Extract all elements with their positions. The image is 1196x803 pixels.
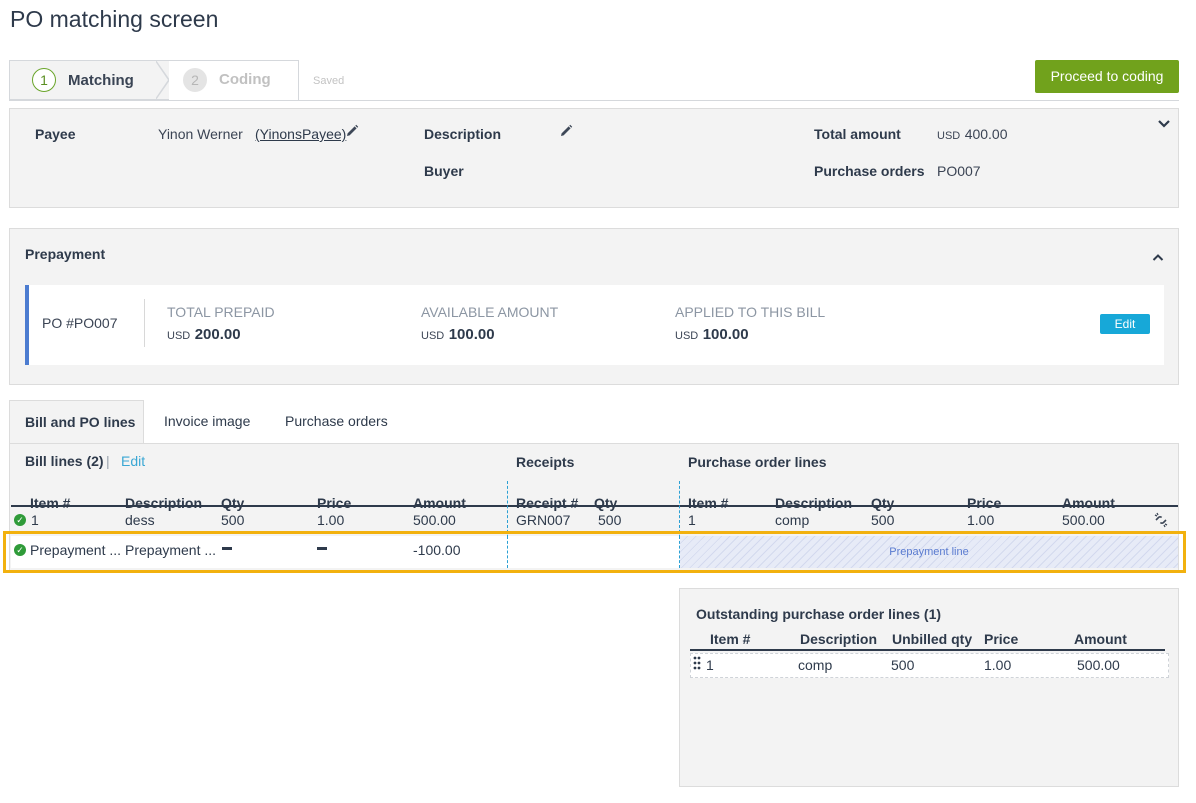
tab-purchase-orders[interactable]: Purchase orders	[285, 413, 388, 429]
unlink-icon[interactable]	[1153, 512, 1169, 533]
cell: comp	[775, 512, 810, 528]
pencil-icon[interactable]	[345, 124, 359, 143]
prepayment-panel: Prepayment PO #PO007 TOTAL PREPAID USD 2…	[9, 228, 1179, 385]
available-amount: USD 100.00	[421, 326, 495, 344]
purchase-orders-label: Purchase orders	[814, 163, 925, 179]
tab-invoice-image[interactable]: Invoice image	[164, 413, 250, 429]
payee-name: Yinon Werner	[158, 126, 243, 142]
header-rule	[690, 649, 1165, 651]
divider	[144, 299, 145, 347]
buyer-label: Buyer	[424, 163, 464, 179]
currency-code: USD	[937, 130, 961, 142]
separator: |	[106, 453, 110, 469]
column-header: Amount	[1074, 631, 1127, 647]
prepayment-po: PO #PO007	[42, 315, 118, 331]
pencil-icon[interactable]	[559, 124, 573, 143]
payee-label: Payee	[35, 126, 76, 142]
prepayment-title: Prepayment	[25, 246, 106, 262]
currency-code: USD	[167, 330, 191, 342]
cell: 500.00	[413, 512, 456, 528]
column-header: Unbilled qty	[892, 631, 973, 647]
outstanding-title: Outstanding purchase order lines (1)	[696, 606, 942, 622]
bill-header-panel: Payee Yinon Werner (YinonsPayee) Descrip…	[9, 108, 1179, 208]
payee-link[interactable]: (YinonsPayee)	[255, 126, 346, 142]
cell: 500	[598, 512, 622, 528]
bill-lines-title: Bill lines (2)	[25, 453, 104, 469]
step-number-2: 2	[183, 68, 207, 92]
purchase-orders-value: PO007	[937, 163, 981, 179]
saved-status: Saved	[313, 75, 345, 87]
cell: GRN007	[516, 512, 571, 528]
step-label-matching: Matching	[68, 72, 134, 89]
table-row[interactable]	[11, 507, 1178, 532]
check-circle-icon: ✓	[14, 514, 26, 526]
stepper: 1 Matching 2 Coding Saved	[9, 60, 1179, 101]
cell: 500	[221, 512, 245, 528]
cell: 500	[891, 657, 915, 673]
cell: 1	[688, 512, 696, 528]
total-amount-value: 400.00	[964, 126, 1008, 142]
total-amount-label: Total amount	[814, 126, 901, 142]
page-title: PO matching screen	[10, 6, 219, 32]
cell: 1	[31, 512, 39, 528]
step-label-coding: Coding	[219, 71, 271, 88]
chevron-down-icon[interactable]	[1157, 116, 1171, 134]
column-header: Item #	[710, 631, 751, 647]
column-header: Description	[800, 631, 878, 647]
cell: 1.00	[967, 512, 995, 528]
total-prepaid: USD 200.00	[167, 326, 241, 344]
proceed-to-coding-button[interactable]: Proceed to coding	[1035, 60, 1179, 93]
total-prepaid-label: TOTAL PREPAID	[167, 304, 275, 320]
available-amount-label: AVAILABLE AMOUNT	[421, 304, 559, 320]
prepayment-card: PO #PO007 TOTAL PREPAID USD 200.00 AVAIL…	[25, 285, 1164, 365]
total-amount: USD 400.00	[937, 126, 1008, 144]
total-prepaid-value: 200.00	[194, 326, 241, 343]
highlight-box	[3, 531, 1186, 573]
description-label: Description	[424, 126, 502, 142]
chevron-up-icon[interactable]	[1152, 249, 1164, 267]
cell: dess	[125, 512, 155, 528]
cell: 1.00	[984, 657, 1012, 673]
cell: comp	[798, 657, 833, 673]
applied-amount: USD 100.00	[675, 326, 749, 344]
purchase-order-lines-title: Purchase order lines	[688, 454, 827, 470]
edit-prepayment-button[interactable]: Edit	[1100, 314, 1150, 334]
cell: 1	[706, 657, 714, 673]
step-arrow-fill	[155, 61, 168, 99]
receipts-title: Receipts	[516, 454, 575, 470]
applied-label: APPLIED TO THIS BILL	[675, 304, 826, 320]
cell: 500.00	[1077, 657, 1120, 673]
step-number-1: 1	[32, 68, 56, 92]
applied-amount-value: 100.00	[702, 326, 749, 343]
currency-code: USD	[421, 330, 445, 342]
currency-code: USD	[675, 330, 699, 342]
available-amount-value: 100.00	[448, 326, 495, 343]
column-header: Price	[984, 631, 1019, 647]
edit-bill-lines-link[interactable]: Edit	[121, 453, 145, 469]
cell: 500.00	[1062, 512, 1105, 528]
cell: 1.00	[317, 512, 345, 528]
drag-handle-icon[interactable]	[693, 655, 701, 674]
cell: 500	[871, 512, 895, 528]
tab-label-bill-and-po-lines: Bill and PO lines	[25, 414, 136, 430]
